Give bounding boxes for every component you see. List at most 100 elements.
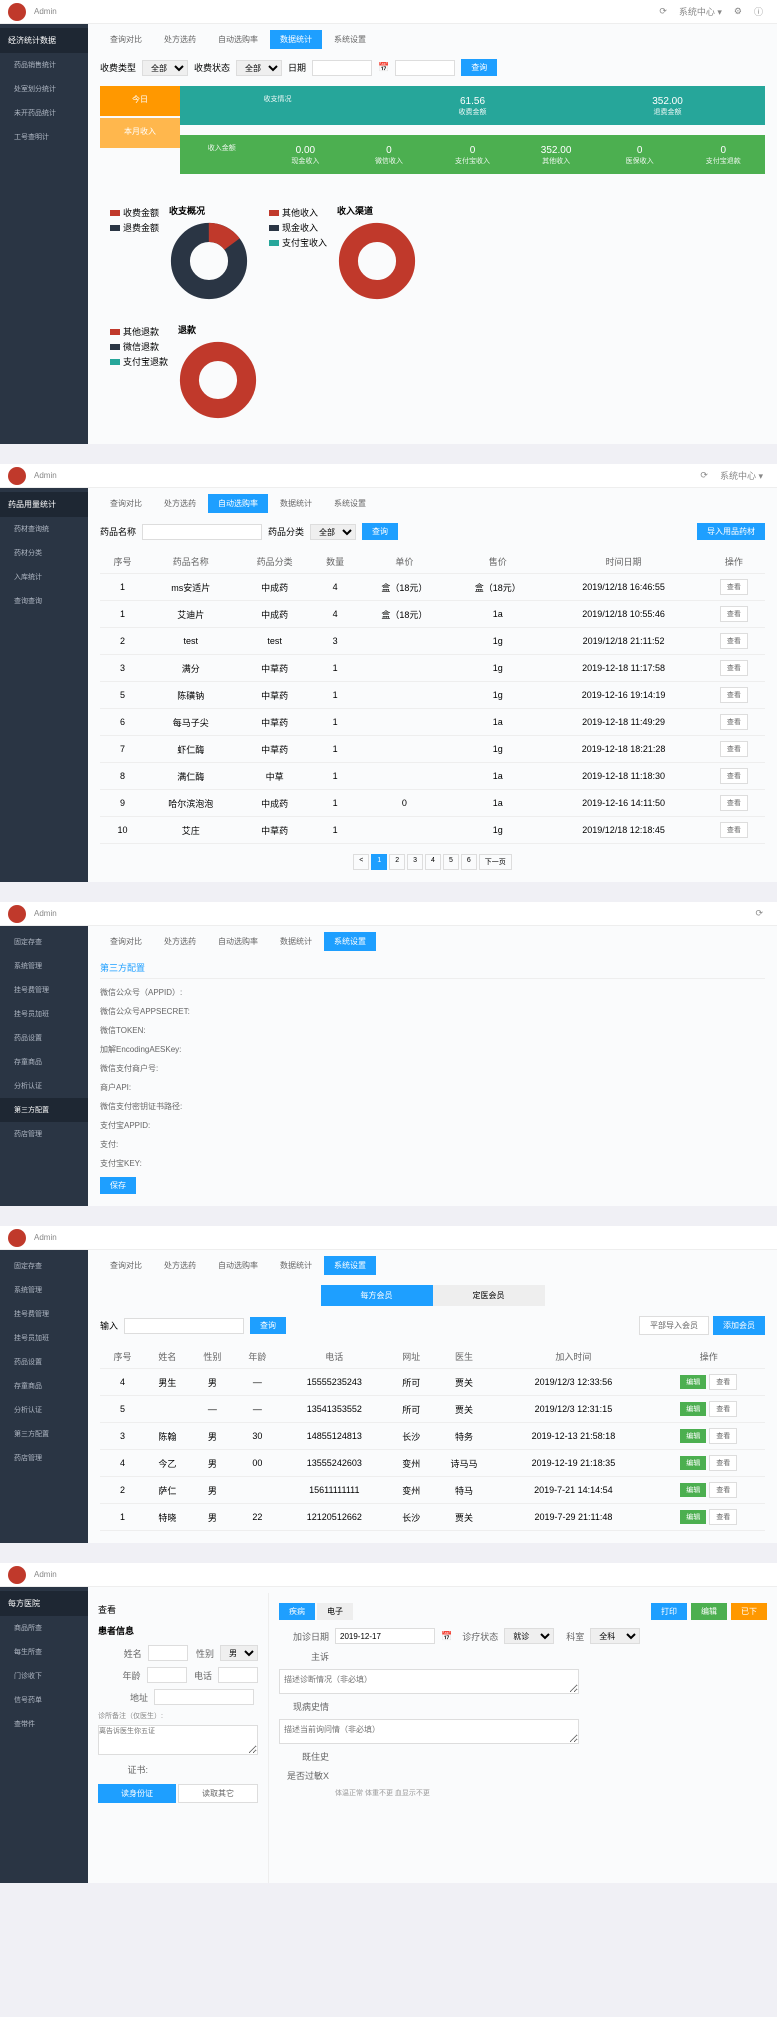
view-button[interactable]: 查看	[720, 768, 748, 784]
subtab[interactable]: 每方会员	[321, 1285, 433, 1306]
tab[interactable]: 数据统计	[270, 494, 322, 513]
filter-select[interactable]: 全部	[236, 60, 282, 76]
date-input[interactable]	[395, 60, 455, 76]
sidebar-item[interactable]: 系统管理	[0, 1278, 88, 1302]
sidebar-item[interactable]: 挂号费管理	[0, 1302, 88, 1326]
sidebar-item[interactable]: 固定存查	[0, 930, 88, 954]
sidebar-item[interactable]: 药店管理	[0, 1446, 88, 1470]
view-button[interactable]: 查看	[720, 606, 748, 622]
page-link[interactable]: 5	[443, 854, 459, 870]
tab[interactable]: 自动选购率	[208, 932, 268, 951]
page-link[interactable]: 6	[461, 854, 477, 870]
sidebar-item[interactable]: 查带件	[0, 1712, 88, 1736]
chief-complaint-input[interactable]	[279, 1669, 579, 1694]
sidebar-item[interactable]: 门诊收下	[0, 1664, 88, 1688]
tab[interactable]: 系统设置	[324, 1256, 376, 1275]
edit-button[interactable]: 编辑	[680, 1429, 706, 1443]
sidebar-item[interactable]: 存童商品	[0, 1374, 88, 1398]
phone-input[interactable]	[218, 1667, 258, 1683]
page-link[interactable]: 4	[425, 854, 441, 870]
view-button[interactable]: 查看	[720, 687, 748, 703]
search-button[interactable]: 查询	[250, 1317, 286, 1334]
sidebar-item[interactable]: 处室划分统计	[0, 77, 88, 101]
tab[interactable]: 处方选药	[154, 30, 206, 49]
view-button[interactable]: 查看	[720, 633, 748, 649]
page-link[interactable]: 2	[389, 854, 405, 870]
refresh-icon[interactable]: ⟳	[659, 6, 667, 17]
search-button[interactable]: 查询	[461, 59, 497, 76]
tab[interactable]: 系统设置	[324, 30, 376, 49]
tab[interactable]: 处方选药	[154, 494, 206, 513]
refresh-icon[interactable]: ⟳	[755, 908, 763, 919]
page-link[interactable]: 1	[371, 854, 387, 870]
sidebar-item[interactable]: 分析认证	[0, 1074, 88, 1098]
tab[interactable]: 系统设置	[324, 932, 376, 951]
tab[interactable]: 查询对比	[100, 494, 152, 513]
stat-card[interactable]: 本月收入	[100, 118, 180, 148]
sidebar-item[interactable]: 药品销售统计	[0, 53, 88, 77]
sidebar-title[interactable]: 药品用量统计	[0, 492, 88, 517]
tab[interactable]: 查询对比	[100, 1256, 152, 1275]
add-button[interactable]: 添加会员	[713, 1316, 765, 1335]
sidebar-item[interactable]: 固定存查	[0, 1254, 88, 1278]
sidebar-item[interactable]: 第三方配置	[0, 1098, 88, 1122]
view-button[interactable]: 查看	[709, 1482, 737, 1498]
edit-button[interactable]: 编辑	[680, 1402, 706, 1416]
sidebar-item[interactable]: 药材查询统	[0, 517, 88, 541]
edit-button[interactable]: 编辑	[680, 1456, 706, 1470]
tab[interactable]: 数据统计	[270, 30, 322, 49]
dept-select[interactable]: 全科	[590, 1628, 640, 1644]
date-input[interactable]	[335, 1628, 435, 1644]
edit-button[interactable]: 编辑	[691, 1603, 727, 1620]
tab[interactable]: 系统设置	[324, 494, 376, 513]
tab[interactable]: 查询对比	[100, 932, 152, 951]
subtab[interactable]: 定医会员	[433, 1285, 545, 1306]
edit-button[interactable]: 编辑	[680, 1375, 706, 1389]
name-input[interactable]	[142, 524, 262, 540]
sidebar-item[interactable]: 挂号员加班	[0, 1002, 88, 1026]
view-button[interactable]: 查看	[720, 660, 748, 676]
edit-button[interactable]: 编辑	[680, 1483, 706, 1497]
gear-icon[interactable]: ⚙	[734, 6, 742, 17]
sidebar-item[interactable]: 每生所查	[0, 1640, 88, 1664]
minitab[interactable]: 电子	[317, 1603, 353, 1620]
stat-card[interactable]: 今日	[100, 86, 180, 116]
sidebar-item[interactable]: 挂号员加班	[0, 1326, 88, 1350]
tab[interactable]: 处方选药	[154, 1256, 206, 1275]
age-input[interactable]	[147, 1667, 187, 1683]
filter-select[interactable]: 全部	[142, 60, 188, 76]
sidebar-item[interactable]: 信号药单	[0, 1688, 88, 1712]
edit-button[interactable]: 编辑	[680, 1510, 706, 1524]
sidebar-item[interactable]: 查询查询	[0, 589, 88, 613]
tab[interactable]: 数据统计	[270, 932, 322, 951]
sidebar-item[interactable]: 入库统计	[0, 565, 88, 589]
sidebar-item[interactable]: 未开药品统计	[0, 101, 88, 125]
view-button[interactable]: 查看	[709, 1428, 737, 1444]
date-input[interactable]	[312, 60, 372, 76]
sidebar-item[interactable]: 药品设置	[0, 1026, 88, 1050]
sidebar-title[interactable]: 每方医院	[0, 1591, 88, 1616]
tab[interactable]: 数据统计	[270, 1256, 322, 1275]
search-button[interactable]: 查询	[362, 523, 398, 540]
print-button[interactable]: 打印	[651, 1603, 687, 1620]
search-input[interactable]	[124, 1318, 244, 1334]
view-button[interactable]: 查看	[720, 741, 748, 757]
view-button[interactable]: 查看	[720, 579, 748, 595]
sex-select[interactable]: 男	[220, 1645, 258, 1661]
view-button[interactable]: 查看	[720, 795, 748, 811]
sidebar-item[interactable]: 存童商品	[0, 1050, 88, 1074]
read-other-button[interactable]: 读取其它	[178, 1784, 258, 1803]
calendar-icon[interactable]: 📅	[441, 1631, 452, 1642]
dropdown-icon[interactable]: 系统中心 ▾	[720, 469, 763, 482]
page-link[interactable]: 下一页	[479, 854, 512, 870]
view-button[interactable]: 查看	[709, 1455, 737, 1471]
tab[interactable]: 处方选药	[154, 932, 206, 951]
save-button[interactable]: 保存	[100, 1177, 136, 1194]
tab[interactable]: 自动选购率	[208, 1256, 268, 1275]
view-button[interactable]: 查看	[720, 822, 748, 838]
page-link[interactable]: <	[353, 854, 369, 870]
info-icon[interactable]: ⓘ	[754, 5, 763, 18]
page-link[interactable]: 3	[407, 854, 423, 870]
sidebar-item[interactable]: 药店管理	[0, 1122, 88, 1146]
refresh-icon[interactable]: ⟳	[700, 470, 708, 481]
